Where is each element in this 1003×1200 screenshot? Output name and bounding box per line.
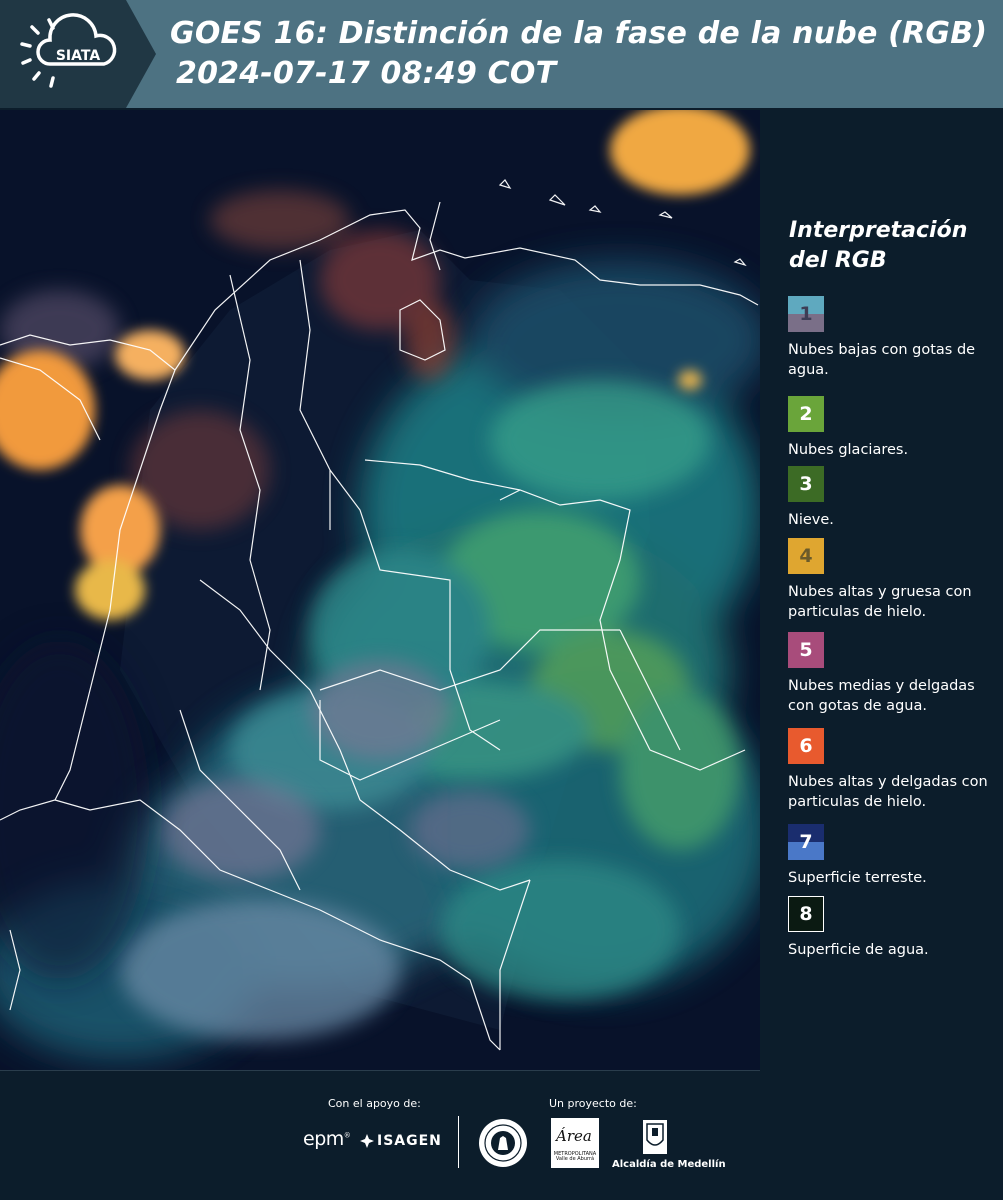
legend-item: 5 Nubes medias y delgadas con gotas de ag… xyxy=(788,632,998,716)
legend-panel: Interpretación del RGB 1 Nubes bajas con … xyxy=(760,110,1003,1070)
legend-label: Superficie de agua. xyxy=(788,942,929,958)
legend-swatch: 2 xyxy=(788,396,824,432)
footer-divider xyxy=(0,1070,760,1071)
legend-label: Nubes altas y gruesa con particulas de h… xyxy=(788,584,972,620)
legend-number: 4 xyxy=(799,545,813,567)
footer-vertical-divider xyxy=(458,1116,459,1168)
alcaldia-shield-icon xyxy=(640,1118,670,1161)
legend-number: 2 xyxy=(799,403,813,425)
legend-swatch: 6 xyxy=(788,728,824,764)
legend-item: 7 Superficie terreste. xyxy=(788,824,998,888)
timestamp: 2024-07-17 08:49 COT xyxy=(176,56,557,91)
legend-number: 6 xyxy=(799,735,813,757)
legend-number: 8 xyxy=(799,903,813,925)
isagen-logo-text: ISAGEN xyxy=(377,1133,442,1149)
legend-number: 7 xyxy=(799,831,813,853)
epm-logo-text: epm xyxy=(303,1128,344,1150)
epm-logo: epm® xyxy=(303,1128,351,1150)
legend-item: 8 Superficie de agua. xyxy=(788,896,998,960)
legend-label: Nubes medias y delgadas con gotas de agu… xyxy=(788,678,975,714)
legend-label: Nubes glaciares. xyxy=(788,442,909,458)
legend-title: Interpretación del RGB xyxy=(789,218,968,273)
legend-label: Nubes altas y delgadas con particulas de… xyxy=(788,774,988,810)
footer: Con el apoyo de: Un proyecto de: epm® IS… xyxy=(0,1070,1003,1200)
legend-swatch: 1 xyxy=(788,296,824,332)
header-bar: SIATA GOES 16: Distinción de la fase de … xyxy=(0,0,1003,108)
siata-logo-text: SIATA xyxy=(56,48,101,64)
page-title: GOES 16: Distinción de la fase de la nub… xyxy=(170,16,988,51)
legend-item: 4 Nubes altas y gruesa con particulas de … xyxy=(788,538,998,622)
legend-swatch: 3 xyxy=(788,466,824,502)
isagen-icon xyxy=(360,1134,374,1148)
isagen-logo: ISAGEN xyxy=(360,1131,442,1151)
area-logo-word: Área xyxy=(556,1127,592,1145)
legend-label: Nubes bajas con gotas de agua. xyxy=(788,342,976,378)
legend-swatch: 4 xyxy=(788,538,824,574)
project-label: Un proyecto de: xyxy=(549,1097,637,1110)
legend-swatch: 7 xyxy=(788,824,824,860)
alcaldia-logo-text: Alcaldía de Medellín xyxy=(612,1159,726,1170)
legend-label: Nieve. xyxy=(788,512,834,528)
seal-logo xyxy=(478,1118,528,1173)
area-logo-subtitle: METROPOLITANA Valle de Aburrá xyxy=(553,1151,597,1162)
satellite-map xyxy=(0,110,760,1070)
legend-label: Superficie terreste. xyxy=(788,870,927,886)
legend-swatch: 5 xyxy=(788,632,824,668)
area-metropolitana-logo: Área METROPOLITANA Valle de Aburrá xyxy=(551,1118,599,1168)
siata-logo: SIATA xyxy=(0,0,156,108)
legend-number: 1 xyxy=(799,303,813,325)
legend-swatch: 8 xyxy=(788,896,824,932)
legend-number: 3 xyxy=(799,473,813,495)
legend-item: 2 Nubes glaciares. xyxy=(788,396,998,460)
support-label: Con el apoyo de: xyxy=(328,1097,421,1110)
legend-number: 5 xyxy=(799,639,813,661)
legend-item: 3 Nieve. xyxy=(788,466,998,530)
legend-item: 1 Nubes bajas con gotas de agua. xyxy=(788,296,998,380)
legend-item: 6 Nubes altas y delgadas con particulas d… xyxy=(788,728,998,812)
